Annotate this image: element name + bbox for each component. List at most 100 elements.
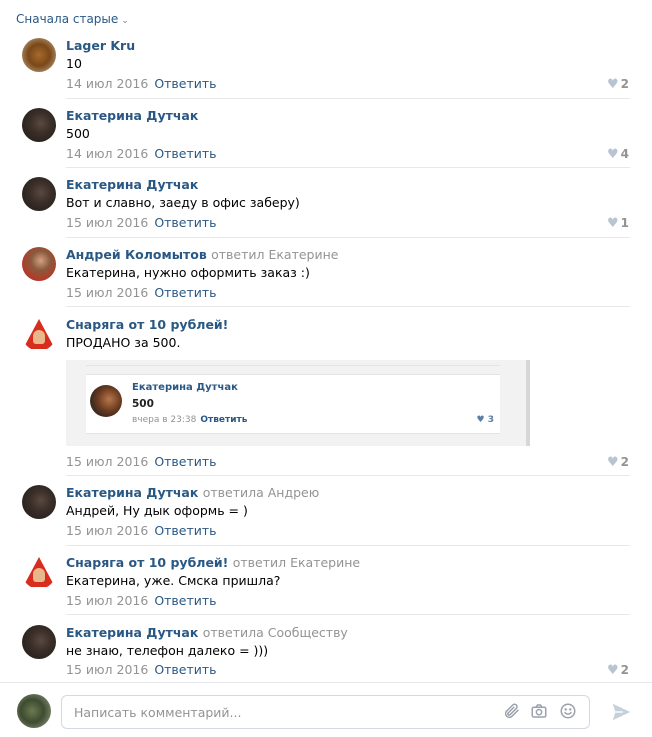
- avatar[interactable]: [22, 317, 56, 351]
- reply-to-label[interactable]: ответил Екатерине: [211, 247, 338, 262]
- comment-text: 10: [66, 56, 82, 71]
- comment-date[interactable]: 15 июл 2016: [66, 593, 148, 608]
- comment-text: Екатерина, нужно оформить заказ :): [66, 265, 310, 280]
- logo-figure: [33, 330, 45, 344]
- attached-screenshot[interactable]: Екатерина Дутчак 500 вчера в 23:38 Ответи…: [66, 360, 530, 446]
- sort-order-dropdown[interactable]: Сначала старые ⌄: [16, 12, 129, 26]
- comment-date[interactable]: 14 июл 2016: [66, 76, 148, 91]
- like-count: 2: [620, 455, 629, 469]
- like-button[interactable]: ♥ 2: [607, 76, 629, 93]
- comment-input[interactable]: Написать комментарий...: [61, 695, 590, 729]
- reply-button[interactable]: Ответить: [154, 215, 216, 230]
- comment-author[interactable]: Екатерина Дутчак: [66, 625, 198, 640]
- comment-item: Андрей Коломытов ответил Екатерине Екате…: [0, 247, 652, 307]
- comment-text: 500: [66, 126, 90, 141]
- like-button[interactable]: ♥ 2: [607, 662, 629, 679]
- paperclip-icon[interactable]: [502, 702, 522, 722]
- comment-composer: Написать комментарий...: [0, 682, 652, 737]
- sort-order-label: Сначала старые: [16, 12, 119, 26]
- avatar[interactable]: [22, 625, 56, 659]
- embedded-meta: вчера в 23:38 Ответить: [132, 415, 247, 425]
- avatar[interactable]: [22, 38, 56, 72]
- comment-author[interactable]: Снаряга от 10 рублей!: [66, 555, 228, 570]
- divider: [66, 237, 630, 238]
- comment-author[interactable]: Екатерина Дутчак: [66, 177, 630, 193]
- screenshot-divider: [86, 360, 500, 366]
- chevron-down-icon: ⌄: [121, 16, 129, 26]
- divider: [66, 167, 630, 168]
- comment-date[interactable]: 15 июл 2016: [66, 454, 148, 469]
- logo-figure: [33, 568, 45, 582]
- avatar[interactable]: [22, 555, 56, 589]
- comment-author[interactable]: Екатерина Дутчак: [66, 108, 630, 124]
- avatar[interactable]: [22, 108, 56, 142]
- current-user-avatar[interactable]: [17, 694, 51, 728]
- smile-icon[interactable]: [558, 702, 578, 722]
- embedded-comment: Екатерина Дутчак 500 вчера в 23:38 Ответи…: [86, 374, 500, 434]
- divider: [66, 614, 630, 615]
- comment-author-line: Екатерина Дутчак ответила Андрею: [66, 485, 630, 501]
- comment-item: Екатерина Дутчак ответила Сообществу не …: [0, 625, 652, 682]
- comment-author[interactable]: Андрей Коломытов: [66, 247, 207, 262]
- comment-text: не знаю, телефон далеко = ))): [66, 643, 269, 658]
- comment-input-placeholder: Написать комментарий...: [74, 705, 242, 720]
- reply-button[interactable]: Ответить: [154, 523, 216, 538]
- heart-icon: ♥: [476, 415, 485, 425]
- comment-item: Снаряга от 10 рублей! ПРОДАНО за 500. 15…: [0, 317, 652, 475]
- reply-button[interactable]: Ответить: [154, 662, 216, 677]
- reply-button[interactable]: Ответить: [154, 76, 216, 91]
- embedded-text: 500: [132, 398, 154, 410]
- like-count: 1: [620, 216, 629, 230]
- embedded-like-count: 3: [487, 415, 494, 425]
- comment-item: Снаряга от 10 рублей! ответил Екатерине …: [0, 555, 652, 615]
- comment-date[interactable]: 15 июл 2016: [66, 285, 148, 300]
- comment-text: Екатерина, уже. Смска пришла?: [66, 573, 281, 588]
- heart-icon: ♥: [606, 216, 619, 231]
- embedded-likes: ♥ 3: [477, 415, 494, 425]
- divider: [66, 545, 630, 546]
- reply-to-label[interactable]: ответил Екатерине: [233, 555, 360, 570]
- divider: [66, 475, 630, 476]
- heart-icon: ♥: [606, 455, 619, 470]
- avatar[interactable]: [22, 177, 56, 211]
- comment-author[interactable]: Снаряга от 10 рублей!: [66, 317, 630, 333]
- divider: [66, 306, 630, 307]
- reply-button[interactable]: Ответить: [154, 146, 216, 161]
- comment-item: Екатерина Дутчак Вот и славно, заеду в о…: [0, 177, 652, 237]
- comment-author-line: Снаряга от 10 рублей! ответил Екатерине: [66, 555, 630, 571]
- send-icon[interactable]: [610, 701, 632, 723]
- like-button[interactable]: ♥ 4: [607, 146, 629, 163]
- comment-item: Екатерина Дутчак 500 14 июл 2016 Ответить…: [0, 108, 652, 168]
- reply-to-label[interactable]: ответила Сообществу: [203, 625, 348, 640]
- embedded-author: Екатерина Дутчак: [132, 382, 238, 393]
- embedded-reply: Ответить: [200, 415, 248, 425]
- like-count: 4: [620, 147, 629, 161]
- like-button[interactable]: ♥ 1: [607, 215, 629, 232]
- embedded-avatar: [90, 385, 122, 417]
- camera-icon[interactable]: [529, 702, 549, 722]
- heart-icon: ♥: [606, 147, 619, 162]
- comment-date[interactable]: 15 июл 2016: [66, 662, 148, 677]
- avatar[interactable]: [22, 247, 56, 281]
- heart-icon: ♥: [606, 77, 619, 92]
- comment-author-line: Екатерина Дутчак ответила Сообществу: [66, 625, 630, 641]
- comment-text: ПРОДАНО за 500.: [66, 335, 181, 350]
- comment-author-line: Андрей Коломытов ответил Екатерине: [66, 247, 630, 263]
- like-button[interactable]: ♥ 2: [607, 454, 629, 471]
- comment-text: Вот и славно, заеду в офис заберу): [66, 195, 300, 210]
- comment-date[interactable]: 15 июл 2016: [66, 215, 148, 230]
- avatar[interactable]: [22, 485, 56, 519]
- embedded-time: вчера в 23:38: [132, 415, 197, 425]
- heart-icon: ♥: [606, 663, 619, 678]
- comment-date[interactable]: 14 июл 2016: [66, 146, 148, 161]
- reply-button[interactable]: Ответить: [154, 285, 216, 300]
- reply-button[interactable]: Ответить: [154, 454, 216, 469]
- reply-to-label[interactable]: ответила Андрею: [203, 485, 320, 500]
- reply-button[interactable]: Ответить: [154, 593, 216, 608]
- comment-author[interactable]: Lager Kru: [66, 38, 630, 54]
- comment-item: Lager Kru 10 14 июл 2016 Ответить ♥ 2: [0, 38, 652, 98]
- comment-author[interactable]: Екатерина Дутчак: [66, 485, 198, 500]
- like-count: 2: [620, 663, 629, 677]
- comment-text: Андрей, Ну дык оформь = ): [66, 503, 248, 518]
- comment-date[interactable]: 15 июл 2016: [66, 523, 148, 538]
